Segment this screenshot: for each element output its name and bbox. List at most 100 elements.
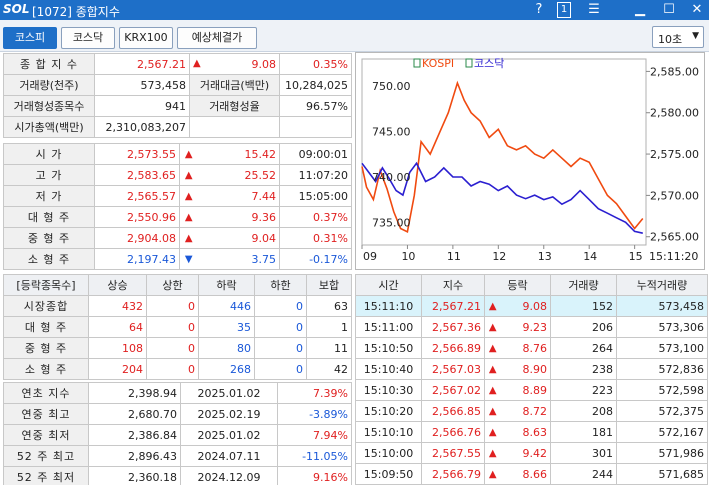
breadth-lower: 0 xyxy=(254,295,307,317)
chart-svg: 09 10 11 12 13 14 15 15:11:20 750.00 745.00 740.00… xyxy=(361,57,699,263)
yearly-value: 2,360.18 xyxy=(88,466,181,485)
price-time: 15:05:00 xyxy=(279,185,352,207)
tick-change: 8.76 xyxy=(500,337,551,359)
tab-expected-price[interactable]: 예상체결가 xyxy=(177,27,257,49)
price-change: 9.36 xyxy=(197,206,280,228)
breadth-down: 80 xyxy=(198,337,255,359)
legend-marker-icon xyxy=(465,58,473,68)
price-time: 11:07:20 xyxy=(279,164,352,186)
tab-krx100[interactable]: KRX100 xyxy=(119,27,173,49)
breadth-header: 상승 xyxy=(88,274,147,296)
price-label: 저 가 xyxy=(3,185,95,207)
tick-index: 2,567.36 xyxy=(421,316,485,338)
tick-row[interactable]: 15:10:20 2,566.85 ▲ 8.72 208 572,375 xyxy=(355,400,708,422)
tick-time: 15:10:00 xyxy=(355,442,422,464)
yearly-value: 2,680.70 xyxy=(88,403,181,425)
tick-row[interactable]: 15:10:40 2,567.03 ▲ 8.90 238 572,836 xyxy=(355,358,708,380)
tick-row[interactable]: 15:11:00 2,567.36 ▲ 9.23 206 573,306 xyxy=(355,316,708,338)
breadth-row: 대 형 주 64 0 35 0 1 xyxy=(3,316,352,338)
yearly-row: 연중 최저 2,386.84 2025.01.02 7.94% xyxy=(3,424,352,446)
up-arrow-icon: ▲ xyxy=(179,227,198,249)
tick-index: 2,567.55 xyxy=(421,442,485,464)
breadth-label: 시장종합 xyxy=(3,295,89,317)
price-rate: 0.31% xyxy=(279,227,352,249)
toolbar: 코스피 코스닥 KRX100 예상체결가 10초 ▼ xyxy=(0,20,709,52)
price-change: 3.75 xyxy=(197,248,280,270)
breadth-upper: 0 xyxy=(146,316,199,338)
price-rate: 0.37% xyxy=(279,206,352,228)
tick-row[interactable]: 15:10:10 2,566.76 ▲ 8.63 181 572,167 xyxy=(355,421,708,443)
yearly-table: 연초 지수 2,398.94 2025.01.02 7.39% 연중 최고 2,680.7… xyxy=(3,382,352,485)
formed-rate-value: 96.57% xyxy=(279,95,352,117)
tick-cum-volume: 573,306 xyxy=(616,316,708,338)
close-icon[interactable]: ✕ xyxy=(688,1,706,19)
breadth-up: 64 xyxy=(88,316,147,338)
tick-row[interactable]: 15:10:00 2,567.55 ▲ 9.42 301 571,986 xyxy=(355,442,708,464)
yearly-label: 연중 최저 xyxy=(3,424,89,446)
tick-change: 8.66 xyxy=(500,463,551,485)
price-change: 9.04 xyxy=(197,227,280,249)
tick-row[interactable]: 15:10:30 2,567.02 ▲ 8.89 223 572,598 xyxy=(355,379,708,401)
breadth-row: 소 형 주 204 0 268 0 42 xyxy=(3,358,352,380)
tick-cum-volume: 572,167 xyxy=(616,421,708,443)
price-change: 7.44 xyxy=(197,185,280,207)
up-arrow-icon: ▲ xyxy=(484,358,501,380)
amount-value: 10,284,025 xyxy=(279,74,352,96)
yearly-rate: -11.05% xyxy=(277,445,352,467)
tick-change: 8.72 xyxy=(500,400,551,422)
breadth-label: 대 형 주 xyxy=(3,316,89,338)
y-right-tick-label: 2,580.00 xyxy=(650,107,699,120)
y-right-tick-label: 2,570.00 xyxy=(650,189,699,202)
maximize-icon[interactable]: ☐ xyxy=(660,1,678,19)
tick-volume: 244 xyxy=(550,463,617,485)
breadth-up: 108 xyxy=(88,337,147,359)
tick-index: 2,567.02 xyxy=(421,379,485,401)
x-tick-label: 09 xyxy=(363,250,377,263)
breadth-flat: 1 xyxy=(306,316,352,338)
tick-header: 지수 xyxy=(421,274,485,296)
index-change: ▲ 9.08 xyxy=(189,53,280,75)
help-button[interactable]: ? xyxy=(530,1,548,19)
price-label: 고 가 xyxy=(3,164,95,186)
price-row: 저 가 2,565.57 ▲ 7.44 15:05:00 xyxy=(3,185,352,207)
yearly-label: 연초 지수 xyxy=(3,382,89,404)
tab-kospi[interactable]: 코스피 xyxy=(3,27,57,49)
price-table: 시 가 2,573.55 ▲ 15.42 09:00:01 고 가 2,583.65 ▲ 25.… xyxy=(3,143,352,270)
breadth-header: 상한 xyxy=(146,274,199,296)
tab-kosdaq[interactable]: 코스닥 xyxy=(61,27,115,49)
price-row: 고 가 2,583.65 ▲ 25.52 11:07:20 xyxy=(3,164,352,186)
tick-row[interactable]: 15:09:50 2,566.79 ▲ 8.66 244 571,685 xyxy=(355,463,708,485)
price-label: 중 형 주 xyxy=(3,227,95,249)
menu-icon[interactable]: ☰ xyxy=(585,1,603,19)
page-number-button[interactable]: 1 xyxy=(557,2,571,18)
interval-select[interactable]: 10초 ▼ xyxy=(652,26,704,48)
breadth-row: 중 형 주 108 0 80 0 11 xyxy=(3,337,352,359)
index-chart: 09 10 11 12 13 14 15 15:11:20 750.00 745.00 740.00… xyxy=(355,52,705,270)
breadth-lower: 0 xyxy=(254,337,307,359)
tick-time: 15:10:10 xyxy=(355,421,422,443)
tick-row[interactable]: 15:11:10 2,567.21 ▲ 9.08 152 573,458 xyxy=(355,295,708,317)
price-value: 2,197.43 xyxy=(94,248,180,270)
down-arrow-icon: ▼ xyxy=(179,248,198,270)
price-row: 시 가 2,573.55 ▲ 15.42 09:00:01 xyxy=(3,143,352,165)
yearly-value: 2,398.94 xyxy=(88,382,181,404)
market-cap-value: 2,310,083,207 xyxy=(94,116,190,138)
tick-index: 2,566.76 xyxy=(421,421,485,443)
x-tick-label: 10 xyxy=(401,250,415,263)
tick-row[interactable]: 15:10:50 2,566.89 ▲ 8.76 264 573,100 xyxy=(355,337,708,359)
tick-volume: 181 xyxy=(550,421,617,443)
breadth-row: 시장종합 432 0 446 0 63 xyxy=(3,295,352,317)
yearly-label: 52 주 최저 xyxy=(3,466,89,485)
minimize-icon[interactable]: ▁ xyxy=(631,1,649,19)
breadth-upper: 0 xyxy=(146,358,199,380)
chevron-down-icon: ▼ xyxy=(692,31,699,41)
tick-cum-volume: 572,375 xyxy=(616,400,708,422)
volume-label: 거래량(천주) xyxy=(3,74,95,96)
price-row: 대 형 주 2,550.96 ▲ 9.36 0.37% xyxy=(3,206,352,228)
tick-cum-volume: 572,598 xyxy=(616,379,708,401)
up-arrow-icon: ▲ xyxy=(484,379,501,401)
tick-header: 누적거래량 xyxy=(616,274,708,296)
yearly-rate: -3.89% xyxy=(277,403,352,425)
y-right-tick-label: 2,565.00 xyxy=(650,231,699,244)
breadth-lower: 0 xyxy=(254,358,307,380)
